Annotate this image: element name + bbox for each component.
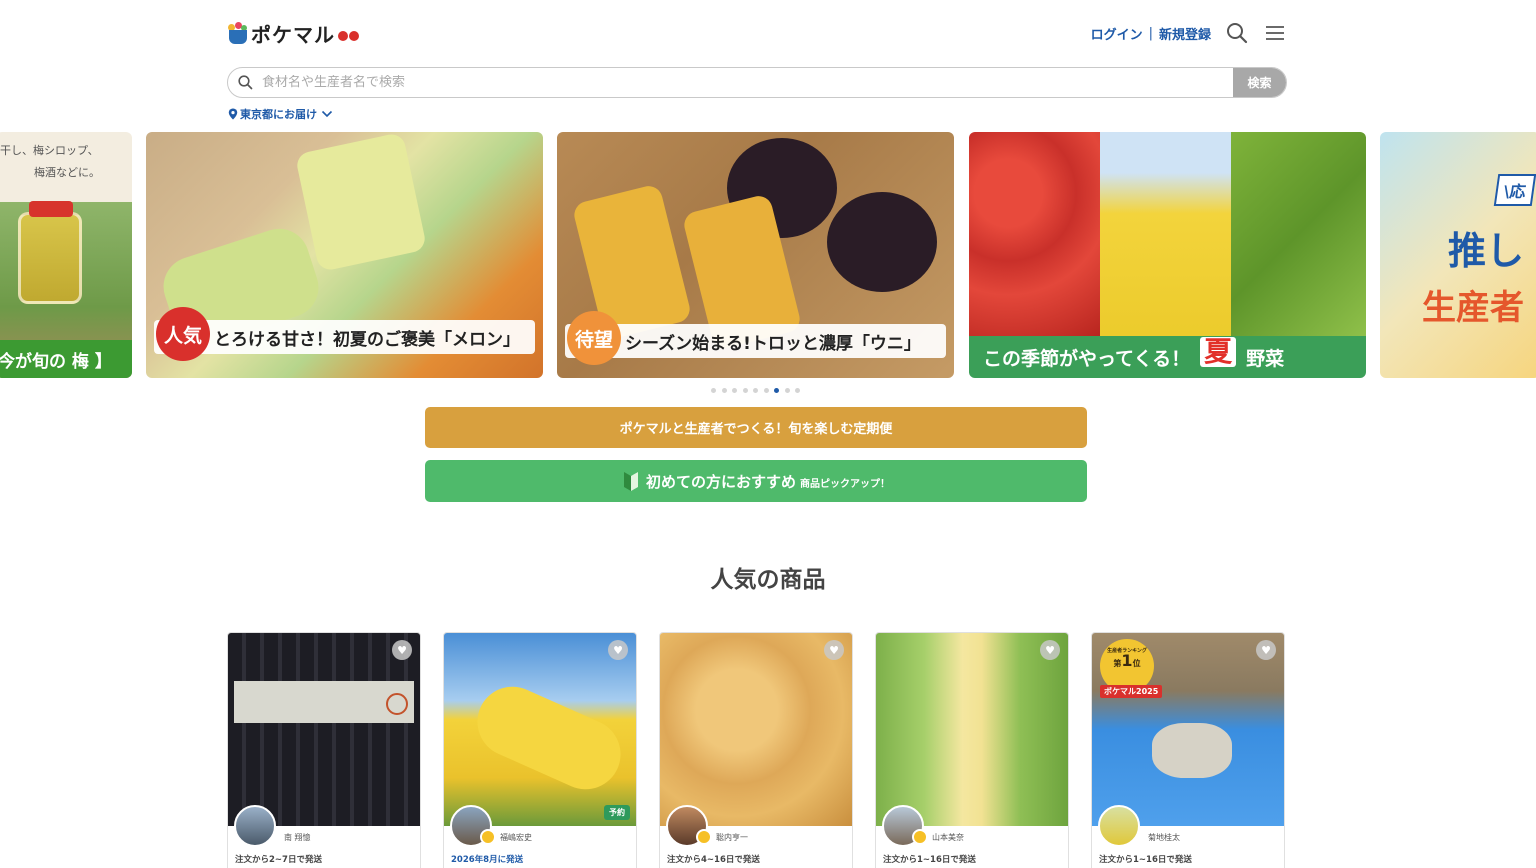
hero-carousel: 干し、梅シロップ、 梅酒などに。 今が旬の 梅 】 人気 とろける甘さ！初夏のご… [0,132,1536,378]
carousel-dot[interactable] [721,388,727,393]
cherry-icon [337,31,359,41]
carousel-dot[interactable] [742,388,748,393]
popular-badge: 人気 [156,307,210,361]
corn-image [1100,132,1231,336]
awaited-badge: 待望 [567,311,621,365]
login-link[interactable]: ログイン [1091,24,1143,43]
carousel-pagination [711,388,806,393]
favorite-heart-icon[interactable]: ♥ [392,640,412,660]
edamame-image [1231,132,1366,336]
shipping-info: 注文から1~16日で発送 [883,855,976,865]
shipping-info: 2026年8月に発送 [451,855,524,865]
popular-products-title: 人気の商品 [710,567,826,593]
carousel-slide-ume[interactable]: 干し、梅シロップ、 梅酒などに。 今が旬の 梅 】 [0,132,132,378]
ume-slide-text: 干し、梅シロップ、 梅酒などに。 [0,144,100,179]
register-link[interactable]: 新規登録 [1159,24,1211,43]
ume-caption-bar: 今が旬の 梅 】 [0,340,132,378]
product-card[interactable]: ♥ 聡内亨一 注文から4~16日で発送 [659,632,853,868]
menu-icon[interactable] [1263,21,1287,45]
product-image-corn [444,633,636,826]
producer-name: 福嶋宏史 [500,833,532,842]
site-logo[interactable]: ポケマル [227,18,359,48]
chevron-down-icon [321,110,333,118]
beginner-leaf-icon [623,472,638,491]
shipping-info: 注文から4~16日で発送 [667,855,760,865]
carousel-dot[interactable] [774,388,779,393]
product-card[interactable]: ♥ 生産者ランキング 第1位 ポケマル2025 菊地桂太 注文から1~16日で発… [1091,632,1285,868]
header-separator: | [1148,25,1153,41]
producer-name: 南 翔憶 [284,833,311,842]
oshi-slide-tag: \応 [1493,174,1536,206]
melon-caption: 人気 とろける甘さ！初夏のご褒美「メロン」 [154,307,535,361]
product-image-corn-husks [876,633,1068,826]
producer-medal-icon [912,829,928,845]
ranking-year-tag: ポケマル2025 [1100,685,1163,698]
oshi-slide-subtitle: 生産者 [1422,288,1524,328]
favorite-heart-icon[interactable]: ♥ [1040,640,1060,660]
popular-products-list: ♥ 南 翔憶 注文から2~7日で発送 ♥ 予約 福嶋宏史 2026年8月に発送 … [227,632,1287,868]
melon-image [294,132,428,273]
producer-avatar [234,805,276,847]
product-image-nori [228,633,420,826]
subscription-banner-label: ポケマルと生産者でつくる！旬を楽しむ定期便 [619,422,893,437]
producer-medal-icon [696,829,712,845]
producer-name: 聡内亨一 [716,833,748,842]
search-icon[interactable] [1225,21,1249,45]
ume-jar-icon [18,201,82,304]
reservation-badge: 予約 [604,805,630,820]
tomato-image [969,132,1100,336]
carousel-dot[interactable] [784,388,790,393]
delivery-location-selector[interactable]: 東京都にお届け [228,106,333,122]
search-input[interactable] [262,75,1233,90]
beginner-picks-banner-button[interactable]: 初めての方におすすめ 商品ピックアップ！ [425,460,1087,502]
carousel-dot[interactable] [753,388,758,393]
carousel-dot[interactable] [711,388,716,393]
search-field-icon [228,75,262,90]
carousel-dot[interactable] [763,388,769,393]
shipping-info: 注文から2~7日で発送 [235,855,322,865]
favorite-heart-icon[interactable]: ♥ [1256,640,1276,660]
carousel-dot[interactable] [732,388,737,393]
producer-avatar [1098,805,1140,847]
beginner-banner-sub: 商品ピックアップ！ [800,479,890,490]
carousel-slide-oshi-producer[interactable]: \応 推し 生産者 [1380,132,1536,378]
oshi-slide-title: 推し [1448,229,1525,273]
beginner-banner-main: 初めての方におすすめ [645,472,796,491]
uni-caption: 待望 シーズン始まる!トロッと濃厚「ウニ」 [565,311,946,365]
location-pin-icon [228,108,238,120]
site-header: ポケマル ログイン | 新規登録 [227,18,1287,48]
logo-text: ポケマル [251,22,335,47]
favorite-heart-icon[interactable]: ♥ [608,640,628,660]
producer-name: 山本美奈 [932,833,964,842]
producer-name: 菊地桂太 [1148,833,1180,842]
delivery-location-label: 東京都にお届け [240,108,317,121]
shipping-info: 注文から1~16日で発送 [1099,855,1192,865]
product-card[interactable]: ♥ 南 翔憶 注文から2~7日で発送 [227,632,421,868]
product-card[interactable]: ♥ 山本美奈 注文から1~16日で発送 [875,632,1069,868]
logo-mark-icon [227,22,249,44]
producer-medal-icon [480,829,496,845]
subscription-banner-button[interactable]: ポケマルと生産者でつくる！旬を楽しむ定期便 [425,407,1087,448]
summer-vegetables-caption: この季節がやってくる！ 夏 野菜 [969,336,1366,378]
product-image-uni [660,633,852,826]
sea-urchin-image-2 [827,192,937,292]
carousel-slide-summer-vegetables[interactable]: この季節がやってくる！ 夏 野菜 [969,132,1366,378]
carousel-dot[interactable] [795,388,800,393]
carousel-slide-uni[interactable]: 待望 シーズン始まる!トロッと濃厚「ウニ」 [557,132,954,378]
search-bar: 検索 [227,67,1287,98]
product-card[interactable]: ♥ 予約 福嶋宏史 2026年8月に発送 [443,632,637,868]
search-button[interactable]: 検索 [1233,68,1286,97]
favorite-heart-icon[interactable]: ♥ [824,640,844,660]
carousel-slide-melon[interactable]: 人気 とろける甘さ！初夏のご褒美「メロン」 [146,132,543,378]
header-actions: ログイン | 新規登録 [1091,20,1287,46]
